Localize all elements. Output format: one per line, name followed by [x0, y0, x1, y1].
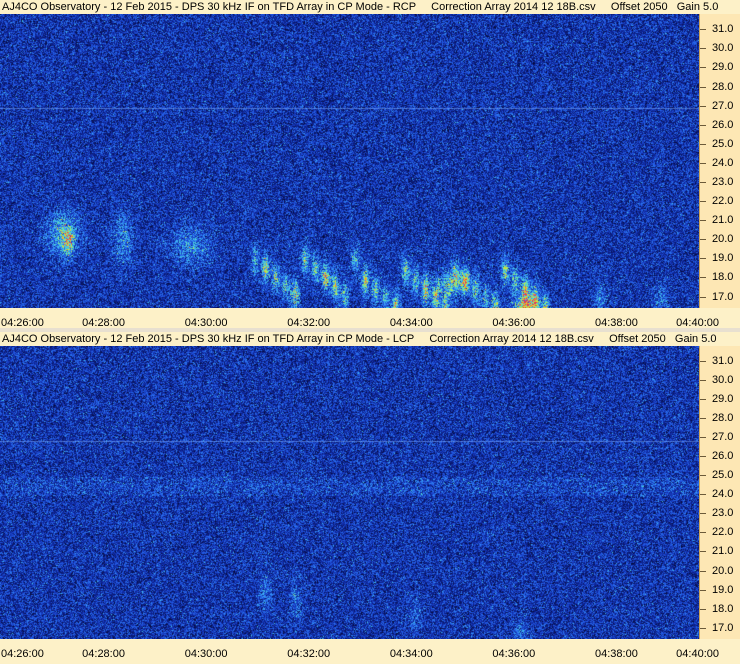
frequency-tick-label: 27.0	[712, 99, 734, 112]
frequency-tick-label: 27.0	[712, 431, 734, 444]
frequency-tick-label: 31.0	[712, 23, 734, 36]
rcp-time-axis: 04:26:00 04:28:00 04:30:00 04:32:00 04:34:00…	[0, 308, 740, 329]
frequency-tick-label: 25.0	[712, 137, 734, 150]
frequency-tick-label: 21.0	[712, 214, 734, 227]
frequency-tick	[700, 437, 706, 439]
frequency-tick-label: 28.0	[712, 412, 734, 425]
frequency-tick	[700, 475, 706, 477]
frequency-tick	[700, 380, 706, 382]
frequency-tick-label: 20.0	[712, 233, 734, 246]
frequency-tick-label: 19.0	[712, 583, 734, 596]
frequency-tick	[700, 67, 706, 69]
time-tick-label: 04:36:00	[492, 648, 536, 660]
frequency-tick	[700, 124, 706, 126]
lcp-spectrogram	[0, 346, 699, 639]
frequency-tick	[700, 220, 706, 222]
frequency-tick-label: 22.0	[712, 195, 734, 208]
frequency-tick	[700, 532, 706, 534]
frequency-tick	[700, 399, 706, 401]
frequency-tick-label: 20.0	[712, 564, 734, 577]
frequency-tick-label: 25.0	[712, 469, 734, 482]
time-tick-label: 04:32:00	[287, 648, 331, 660]
frequency-tick-label: 17.0	[712, 621, 734, 634]
frequency-tick	[700, 182, 706, 183]
rcp-panel-title: AJ4CO Observatory - 12 Feb 2015 - DPS 30…	[2, 1, 719, 13]
frequency-tick	[700, 86, 706, 88]
time-tick-label: 04:40:00	[676, 648, 719, 660]
frequency-tick	[700, 258, 706, 260]
frequency-tick	[700, 456, 706, 458]
frequency-tick-label: 29.0	[712, 61, 734, 74]
frequency-tick	[700, 48, 706, 50]
frequency-tick	[700, 589, 706, 591]
rcp-spectrogram	[0, 14, 699, 308]
frequency-tick-label: 31.0	[712, 355, 734, 368]
frequency-tick-label: 26.0	[712, 118, 734, 131]
frequency-tick	[700, 105, 706, 107]
time-tick-label: 04:30:00	[184, 648, 228, 660]
time-tick-label: 04:38:00	[595, 648, 638, 660]
frequency-tick	[700, 494, 706, 496]
frequency-tick-label: 30.0	[712, 374, 734, 387]
time-tick-label: 04:26:00	[1, 648, 44, 660]
lcp-panel-title: AJ4CO Observatory - 12 Feb 2015 - DPS 30…	[2, 333, 717, 345]
time-tick-label: 04:28:00	[82, 648, 125, 660]
frequency-tick-label: 28.0	[712, 80, 734, 93]
frequency-tick	[700, 570, 706, 572]
frequency-tick-label: 23.0	[712, 507, 734, 520]
frequency-tick-label: 29.0	[712, 393, 734, 406]
frequency-tick-label: 22.0	[712, 526, 734, 539]
lcp-time-axis: 04:26:00 04:28:00 04:30:00 04:32:00 04:34:00…	[0, 639, 740, 664]
frequency-tick	[700, 418, 706, 420]
frequency-tick	[700, 361, 706, 363]
rcp-frequency-axis: 31.0 30.0 29.0 28.0 27.0 26.0 25.0 24.0 23.0 22.0…	[699, 14, 740, 308]
frequency-tick-label: 24.0	[712, 488, 734, 501]
frequency-tick	[700, 277, 706, 279]
lcp-panel: AJ4CO Observatory - 12 Feb 2015 - DPS 30…	[0, 332, 740, 664]
frequency-tick	[700, 162, 706, 164]
frequency-tick	[700, 513, 706, 515]
frequency-tick-label: 18.0	[712, 271, 734, 284]
rcp-panel: AJ4CO Observatory - 12 Feb 2015 - DPS 30…	[0, 0, 740, 330]
frequency-tick	[700, 239, 706, 241]
frequency-tick	[700, 296, 706, 298]
frequency-tick-label: 19.0	[712, 252, 734, 265]
lcp-frequency-axis: 31.0 30.0 29.0 28.0 27.0 26.0 25.0 24.0 23.0 22.0…	[699, 346, 740, 639]
frequency-tick	[700, 551, 706, 553]
frequency-tick-label: 24.0	[712, 156, 734, 169]
frequency-tick	[700, 143, 706, 145]
time-tick-label: 04:34:00	[389, 648, 433, 660]
frequency-tick-label: 30.0	[712, 42, 734, 55]
frequency-tick-label: 23.0	[712, 176, 734, 188]
frequency-tick	[700, 627, 706, 629]
frequency-tick	[700, 201, 706, 203]
frequency-tick-label: 26.0	[712, 450, 734, 463]
frequency-tick	[700, 608, 706, 610]
frequency-tick-label: 21.0	[712, 545, 734, 558]
frequency-tick-label: 17.0	[712, 290, 734, 303]
frequency-tick	[700, 29, 706, 31]
frequency-tick-label: 18.0	[712, 602, 734, 615]
